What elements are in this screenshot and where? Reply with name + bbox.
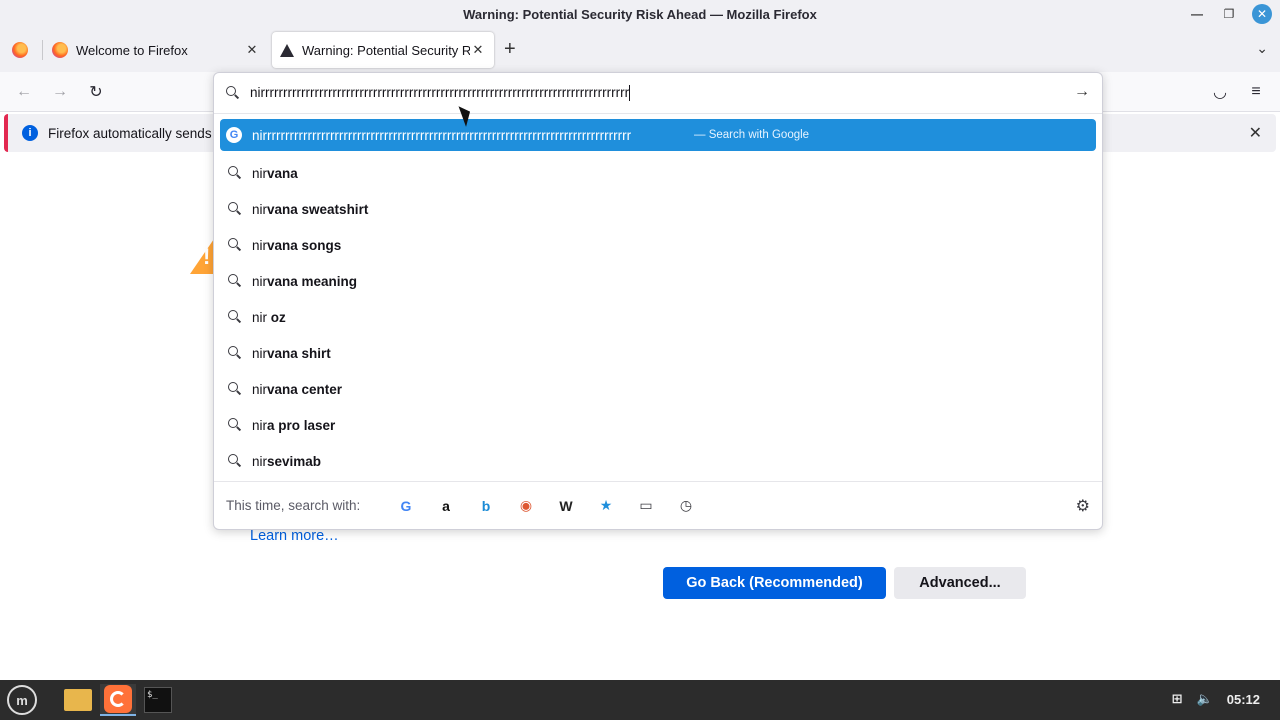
file-manager-button[interactable] xyxy=(60,684,96,716)
notification-text: Firefox automatically sends xyxy=(48,125,212,141)
search-icon xyxy=(226,86,240,100)
search-icon xyxy=(228,454,242,468)
tab-label: Warning: Potential Security Risk Ahead xyxy=(302,42,470,58)
close-window-button[interactable]: ✕ xyxy=(1252,4,1272,24)
heuristic-result[interactable]: G nirrrrrrrrrrrrrrrrrrrrrrrrrrrrrrrrrrrr… xyxy=(220,119,1096,151)
amazon-icon[interactable]: a xyxy=(426,492,466,520)
history-icon[interactable]: ◷ xyxy=(666,492,706,520)
suggestion-item[interactable]: nirvana sweatshirt xyxy=(220,191,1096,227)
suggestion-item[interactable]: nira pro laser xyxy=(220,407,1096,443)
search-icon xyxy=(228,166,242,180)
info-icon: i xyxy=(22,125,38,141)
gear-icon[interactable]: ⚙ xyxy=(1076,496,1090,516)
suggestion-list: G nirrrrrrrrrrrrrrrrrrrrrrrrrrrrrrrrrrrr… xyxy=(220,119,1096,479)
suggestion-item[interactable]: nirvana shirt xyxy=(220,335,1096,371)
back-arrow-icon[interactable]: ← xyxy=(12,80,36,104)
tabs-icon[interactable]: ▭ xyxy=(626,492,666,520)
close-notification-icon[interactable]: ✕ xyxy=(1249,123,1262,143)
firefox-icon xyxy=(52,42,68,58)
duckduckgo-icon[interactable]: ◉ xyxy=(506,492,546,520)
heuristic-action: — Search with Google xyxy=(694,129,810,141)
warning-icon xyxy=(280,43,294,57)
terminal-icon: $_ xyxy=(144,687,172,713)
search-icon xyxy=(228,346,242,360)
window-titlebar: Warning: Potential Security Risk Ahead —… xyxy=(0,0,1280,28)
window-title: Warning: Potential Security Risk Ahead —… xyxy=(463,6,817,22)
volume-icon[interactable]: 🔈 xyxy=(1197,691,1213,707)
close-tab-icon[interactable]: ✕ xyxy=(244,42,260,58)
suggestion-item[interactable]: nirvana xyxy=(220,155,1096,191)
firefox-icon xyxy=(12,42,28,58)
firefox-icon xyxy=(104,685,132,713)
new-tab-button[interactable]: + xyxy=(504,38,516,61)
close-tab-icon[interactable]: ✕ xyxy=(470,42,486,58)
firefox-taskbar-button[interactable] xyxy=(100,684,136,716)
search-icon xyxy=(228,202,242,216)
list-all-tabs-chevron-icon[interactable]: ⌄ xyxy=(1256,40,1268,57)
url-input[interactable]: nirrrrrrrrrrrrrrrrrrrrrrrrrrrrrrrrrrrrrr… xyxy=(214,73,1102,113)
url-input-text[interactable]: nirrrrrrrrrrrrrrrrrrrrrrrrrrrrrrrrrrrrrr… xyxy=(250,85,700,102)
wikipedia-icon[interactable]: W xyxy=(546,492,586,520)
search-icon xyxy=(228,274,242,288)
suggestion-item[interactable]: nirvana songs xyxy=(220,227,1096,263)
taskbar: m $_ ⊞ 🔈 05:12 xyxy=(0,680,1280,720)
start-menu-button[interactable]: m xyxy=(4,684,40,716)
terminal-button[interactable]: $_ xyxy=(140,684,176,716)
maximize-button[interactable]: ❐ xyxy=(1220,5,1238,23)
advanced-button[interactable]: Advanced... xyxy=(894,567,1026,599)
tab-security-warning[interactable]: Warning: Potential Security Risk Ahead ✕ xyxy=(272,32,494,68)
menu-hamburger-icon[interactable]: ≡ xyxy=(1244,80,1268,104)
suggestion-item[interactable]: nir oz xyxy=(220,299,1096,335)
linux-mint-icon: m xyxy=(7,685,37,715)
search-icon xyxy=(228,382,242,396)
one-off-search-bar: This time, search with: Ga b ◉ W ★ ▭ ◷ ⚙ xyxy=(214,481,1102,529)
reload-icon[interactable]: ↻ xyxy=(84,80,108,104)
suggestion-item[interactable]: nirvana center xyxy=(220,371,1096,407)
go-arrow-icon[interactable]: → xyxy=(1074,83,1090,101)
suggestion-item[interactable]: nirsevimab xyxy=(220,443,1096,479)
pocket-icon[interactable]: ◡ xyxy=(1208,80,1232,104)
system-tray: ⊞ 🔈 05:12 xyxy=(1172,691,1260,707)
learn-more-link[interactable]: Learn more… xyxy=(250,528,339,544)
search-icon xyxy=(228,310,242,324)
one-off-label: This time, search with: xyxy=(226,498,361,513)
google-icon[interactable]: G xyxy=(386,492,426,520)
folder-icon xyxy=(64,689,92,711)
heuristic-text: nirrrrrrrrrrrrrrrrrrrrrrrrrrrrrrrrrrrrrr… xyxy=(252,127,632,143)
search-icon xyxy=(228,418,242,432)
clock[interactable]: 05:12 xyxy=(1227,692,1260,707)
bookmarks-icon[interactable]: ★ xyxy=(586,492,626,520)
go-back-button[interactable]: Go Back (Recommended) xyxy=(663,567,886,599)
network-icon[interactable]: ⊞ xyxy=(1172,691,1183,707)
suggestion-item[interactable]: nirvana meaning xyxy=(220,263,1096,299)
firefox-view-button[interactable] xyxy=(4,32,38,68)
search-icon xyxy=(228,238,242,252)
google-icon: G xyxy=(226,127,242,143)
bing-icon[interactable]: b xyxy=(466,492,506,520)
tab-strip: Welcome to Firefox ✕ Warning: Potential … xyxy=(0,28,1280,72)
minimize-button[interactable]: — xyxy=(1188,5,1206,23)
tab-welcome[interactable]: Welcome to Firefox ✕ xyxy=(44,32,268,68)
forward-arrow-icon[interactable]: → xyxy=(48,80,72,104)
urlbar-dropdown: nirrrrrrrrrrrrrrrrrrrrrrrrrrrrrrrrrrrrrr… xyxy=(213,72,1103,530)
tab-label: Welcome to Firefox xyxy=(76,42,188,58)
